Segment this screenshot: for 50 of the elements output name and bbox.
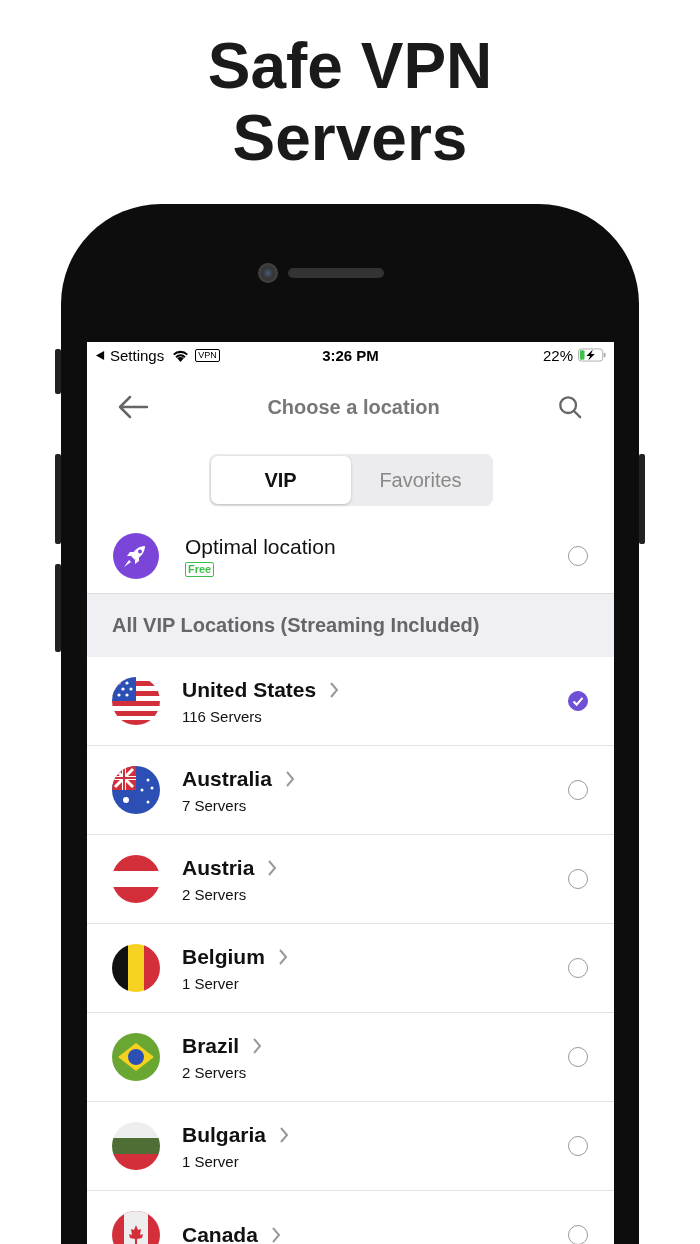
radio-button[interactable] xyxy=(568,691,588,711)
location-row[interactable]: Belgium 1 Server xyxy=(87,924,614,1013)
location-row[interactable]: Bulgaria 1 Server xyxy=(87,1102,614,1191)
back-triangle-icon xyxy=(96,350,105,360)
search-icon[interactable] xyxy=(558,395,582,419)
country-name: Austria xyxy=(182,855,255,880)
status-time: 3:26 PM xyxy=(322,346,379,364)
country-name: Brazil xyxy=(182,1033,240,1058)
server-count: 1 Server xyxy=(182,1152,240,1170)
chevron-right-icon[interactable] xyxy=(279,1125,290,1144)
battery-charging-icon xyxy=(578,348,606,362)
tab[interactable]: VIP xyxy=(210,456,351,504)
flag-icon xyxy=(112,1033,160,1081)
chevron-right-icon[interactable] xyxy=(270,1226,281,1244)
free-badge: Free xyxy=(185,561,215,577)
back-arrow-icon[interactable] xyxy=(117,395,149,419)
chevron-right-icon[interactable] xyxy=(284,769,295,788)
headline: Safe VPN Servers xyxy=(206,30,494,174)
vpn-badge: VPN xyxy=(195,348,220,362)
chevron-right-icon[interactable] xyxy=(329,680,340,699)
country-name: Belgium xyxy=(182,944,265,969)
flag-icon xyxy=(112,1122,160,1170)
server-count: 2 Servers xyxy=(182,1063,248,1081)
country-name: United States xyxy=(182,677,317,702)
server-count: 7 Servers xyxy=(182,796,248,814)
chevron-right-icon[interactable] xyxy=(277,947,288,966)
back-app-label[interactable]: Settings xyxy=(110,346,165,364)
screen-title: Choose a location xyxy=(267,395,440,419)
location-row[interactable]: Austria 2 Servers xyxy=(87,835,614,924)
camera-icon xyxy=(257,263,278,283)
chevron-right-icon[interactable] xyxy=(252,1036,263,1055)
location-row[interactable]: United States 116 Servers xyxy=(87,657,614,746)
location-name: Optimal location xyxy=(185,534,336,559)
server-count: 1 Server xyxy=(182,974,240,992)
location-row[interactable]: Canada xyxy=(87,1191,614,1244)
flag-icon xyxy=(112,677,160,725)
battery-percent: 22% xyxy=(542,346,573,364)
flag-icon xyxy=(112,944,160,992)
country-name: Australia xyxy=(182,766,272,791)
location-row[interactable]: Australia 7 Servers xyxy=(87,746,614,835)
server-count: 116 Servers xyxy=(182,707,263,725)
flag-icon xyxy=(112,855,160,903)
location-row[interactable]: Brazil 2 Servers xyxy=(87,1013,614,1102)
country-name: Bulgaria xyxy=(182,1122,267,1147)
country-name: Canada xyxy=(182,1223,258,1244)
server-count: 2 Servers xyxy=(182,885,248,903)
section-header: All VIP Locations (Streaming Included) xyxy=(87,593,614,657)
rocket-icon xyxy=(112,531,160,580)
flag-icon xyxy=(112,766,160,814)
chevron-right-icon[interactable] xyxy=(267,858,278,877)
